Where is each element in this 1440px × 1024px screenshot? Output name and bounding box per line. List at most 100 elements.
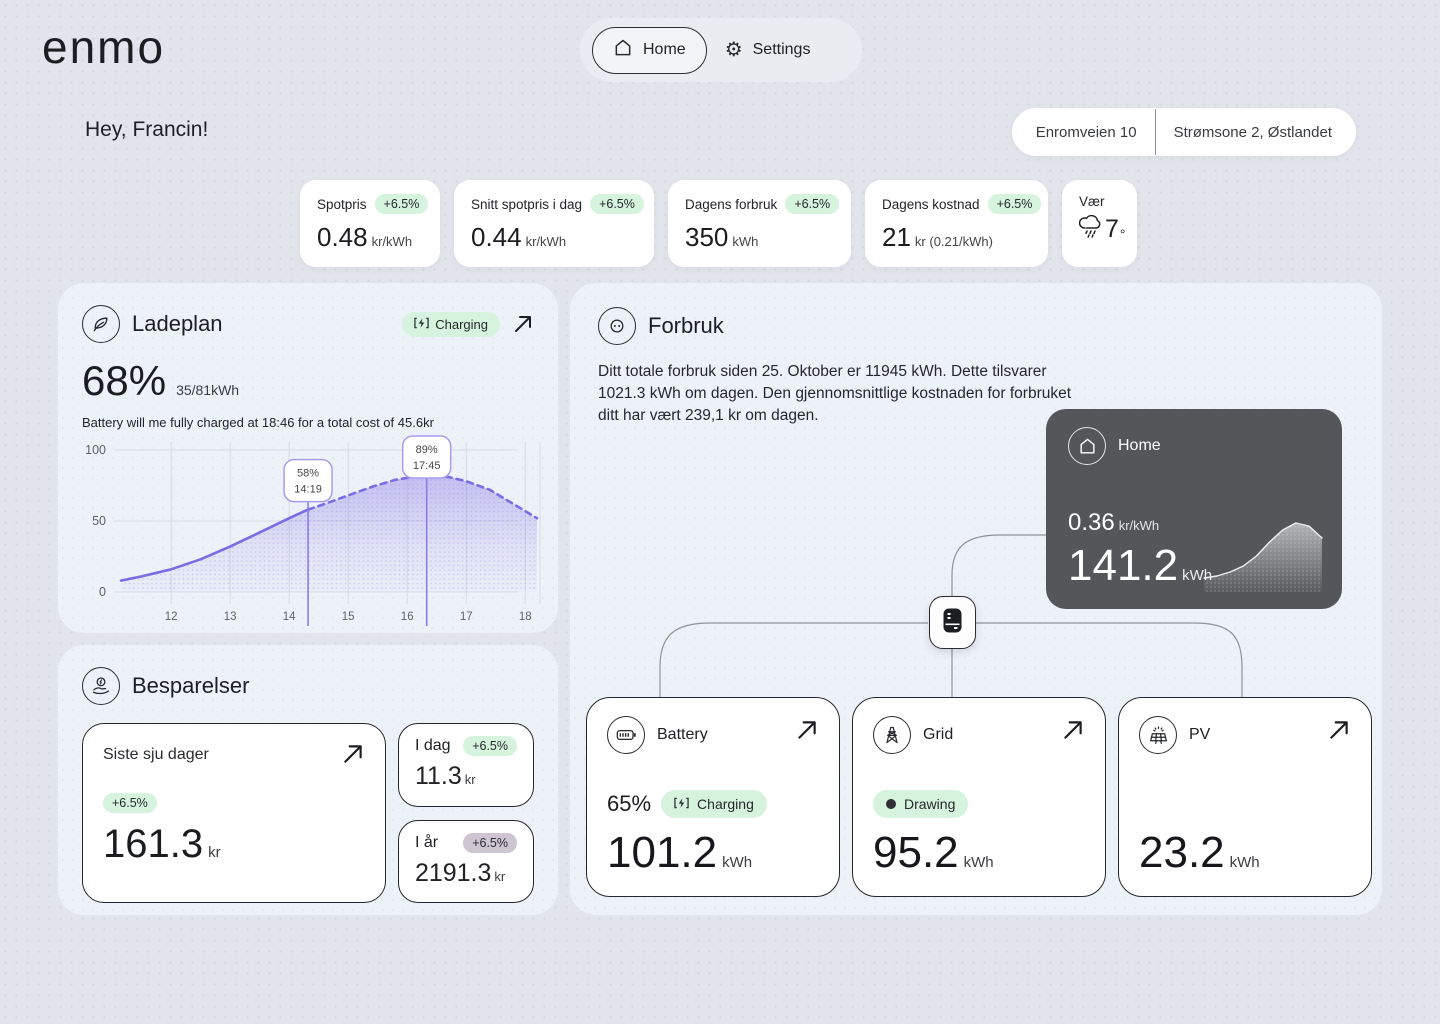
stat-label: Spotpris — [317, 197, 367, 212]
savings-today-label: I dag — [415, 737, 451, 755]
home-sparkline-chart — [1198, 502, 1328, 599]
battery-icon — [607, 716, 645, 754]
stat-card-weather: Vær 7 ° — [1062, 180, 1137, 267]
trend-badge: +6.5% — [463, 833, 517, 853]
location-pill: Enromveien 10 Strømsone 2, Østlandet — [1012, 108, 1356, 156]
grid-status-badge: Drawing — [873, 790, 968, 818]
stat-unit: kWh — [732, 234, 758, 249]
stat-value: 0.48 — [317, 222, 368, 252]
stat-value: 0.44 — [471, 222, 522, 252]
stat-unit: kr/kWh — [526, 234, 566, 249]
stat-card-dagens-kostnad: Dagens kostnad +6.5% 21 kr (0.21/kWh) — [865, 180, 1048, 267]
weather-temperature: 7 — [1105, 215, 1119, 244]
battery-value: 101.2 — [607, 828, 717, 877]
charging-status-badge: Charging — [402, 312, 500, 337]
stat-label: Dagens forbruk — [685, 197, 777, 212]
trend-badge: +6.5% — [988, 194, 1042, 214]
savings-week-card: Siste sju dager +6.5% 161.3kr — [82, 723, 386, 903]
svg-text:18: 18 — [519, 611, 532, 623]
nav-settings-button[interactable]: ⚙ Settings — [711, 30, 825, 70]
leaf-charging-icon — [82, 305, 120, 343]
savings-week-expand-arrow[interactable] — [341, 742, 365, 766]
ladeplan-title: Ladeplan — [132, 311, 223, 337]
home-consumption-card: Home 0.36kr/kWh 141.2kWh — [1046, 409, 1342, 609]
gear-icon: ⚙ — [725, 40, 743, 60]
svg-text:50: 50 — [92, 514, 106, 528]
main-nav: Home ⚙ Settings — [580, 18, 862, 82]
battery-status-badge: Charging — [661, 790, 767, 818]
location-address: Enromveien 10 — [1036, 124, 1137, 141]
stat-label: Dagens kostnad — [882, 197, 980, 212]
forbruk-description: Ditt totale forbruk siden 25. Oktober er… — [598, 361, 1078, 427]
svg-text:89%: 89% — [416, 444, 438, 456]
energy-sources-row: Battery 65% Charging — [586, 697, 1372, 897]
charging-status-label: Charging — [435, 317, 488, 332]
pv-expand-arrow[interactable] — [1327, 718, 1351, 742]
stats-row: Spotpris +6.5% 0.48kr/kWh Snitt spotpris… — [300, 180, 1137, 267]
outlet-icon — [598, 307, 636, 345]
savings-year-card: I år +6.5% 2191.3kr — [398, 820, 534, 904]
battery-capacity: 35/81kWh — [176, 382, 239, 398]
stat-value: 21 — [882, 222, 911, 252]
forbruk-title: Forbruk — [648, 313, 724, 339]
location-divider — [1155, 109, 1156, 155]
power-tower-icon — [873, 716, 911, 754]
grid-card-label: Grid — [923, 726, 953, 744]
home-card-label: Home — [1118, 437, 1161, 455]
charger-node-button[interactable] — [929, 596, 976, 649]
svg-text:100: 100 — [85, 443, 106, 457]
stat-unit: kr (0.21/kWh) — [915, 234, 993, 249]
ev-charger-icon — [942, 607, 963, 639]
drawing-dot-icon — [886, 799, 896, 809]
grid-value: 95.2 — [873, 828, 959, 877]
savings-today-value: 11.3 — [415, 762, 462, 790]
solar-panel-icon — [1139, 716, 1177, 754]
home-price: 0.36 — [1068, 509, 1115, 536]
trend-badge: +6.5% — [590, 194, 644, 214]
stat-unit: kr/kWh — [372, 234, 412, 249]
svg-text:13: 13 — [224, 611, 237, 623]
grid-status-label: Drawing — [904, 796, 955, 812]
grid-expand-arrow[interactable] — [1061, 718, 1085, 742]
home-icon — [1068, 427, 1106, 465]
svg-text:58%: 58% — [297, 468, 319, 480]
degree-symbol: ° — [1120, 226, 1126, 242]
savings-week-label: Siste sju dager — [103, 746, 365, 764]
svg-text:17:45: 17:45 — [413, 460, 441, 472]
ladeplan-expand-arrow[interactable] — [512, 313, 534, 335]
stat-card-snitt-spotpris: Snitt spotpris i dag +6.5% 0.44kr/kWh — [454, 180, 654, 267]
stat-card-dagens-forbruk: Dagens forbruk +6.5% 350 kWh — [668, 180, 851, 267]
location-zone: Strømsone 2, Østlandet — [1174, 124, 1332, 141]
ladeplan-panel: Ladeplan Charging 68% 35/81kWh Battery w… — [58, 283, 558, 633]
savings-icon — [82, 667, 120, 705]
nav-home-button[interactable]: Home — [592, 27, 707, 74]
svg-text:17: 17 — [460, 611, 473, 623]
battery-unit: kWh — [722, 854, 752, 871]
savings-today-unit: kr — [465, 772, 476, 787]
battery-percent: 68% — [82, 357, 166, 405]
stat-value: 350 — [685, 222, 728, 252]
grid-unit: kWh — [964, 854, 994, 871]
battery-bolt-icon — [414, 317, 429, 332]
trend-badge: +6.5% — [785, 194, 839, 214]
trend-badge: +6.5% — [375, 194, 429, 214]
pv-card-label: PV — [1189, 726, 1210, 744]
home-price-unit: kr/kWh — [1119, 518, 1159, 533]
greeting-text: Hey, Francin! — [85, 118, 208, 142]
app-logo: enmo — [42, 20, 165, 74]
svg-text:15: 15 — [342, 611, 355, 623]
svg-text:14: 14 — [283, 611, 296, 623]
svg-text:16: 16 — [401, 611, 414, 623]
stat-label: Vær — [1079, 194, 1105, 209]
svg-text:0: 0 — [99, 585, 106, 599]
pv-value: 23.2 — [1139, 828, 1225, 877]
savings-week-unit: kr — [208, 844, 221, 861]
pv-unit: kWh — [1230, 854, 1260, 871]
stat-card-spotpris: Spotpris +6.5% 0.48 kr/kWh — [300, 180, 440, 267]
charge-plan-chart: 58%14:1989%17:4505010012131415161718 — [70, 434, 534, 637]
grid-card: Grid Drawing 95.2 kWh — [852, 697, 1106, 897]
savings-today-card: I dag +6.5% 11.3kr — [398, 723, 534, 807]
svg-text:12: 12 — [165, 611, 178, 623]
battery-expand-arrow[interactable] — [795, 718, 819, 742]
home-icon — [613, 38, 633, 63]
